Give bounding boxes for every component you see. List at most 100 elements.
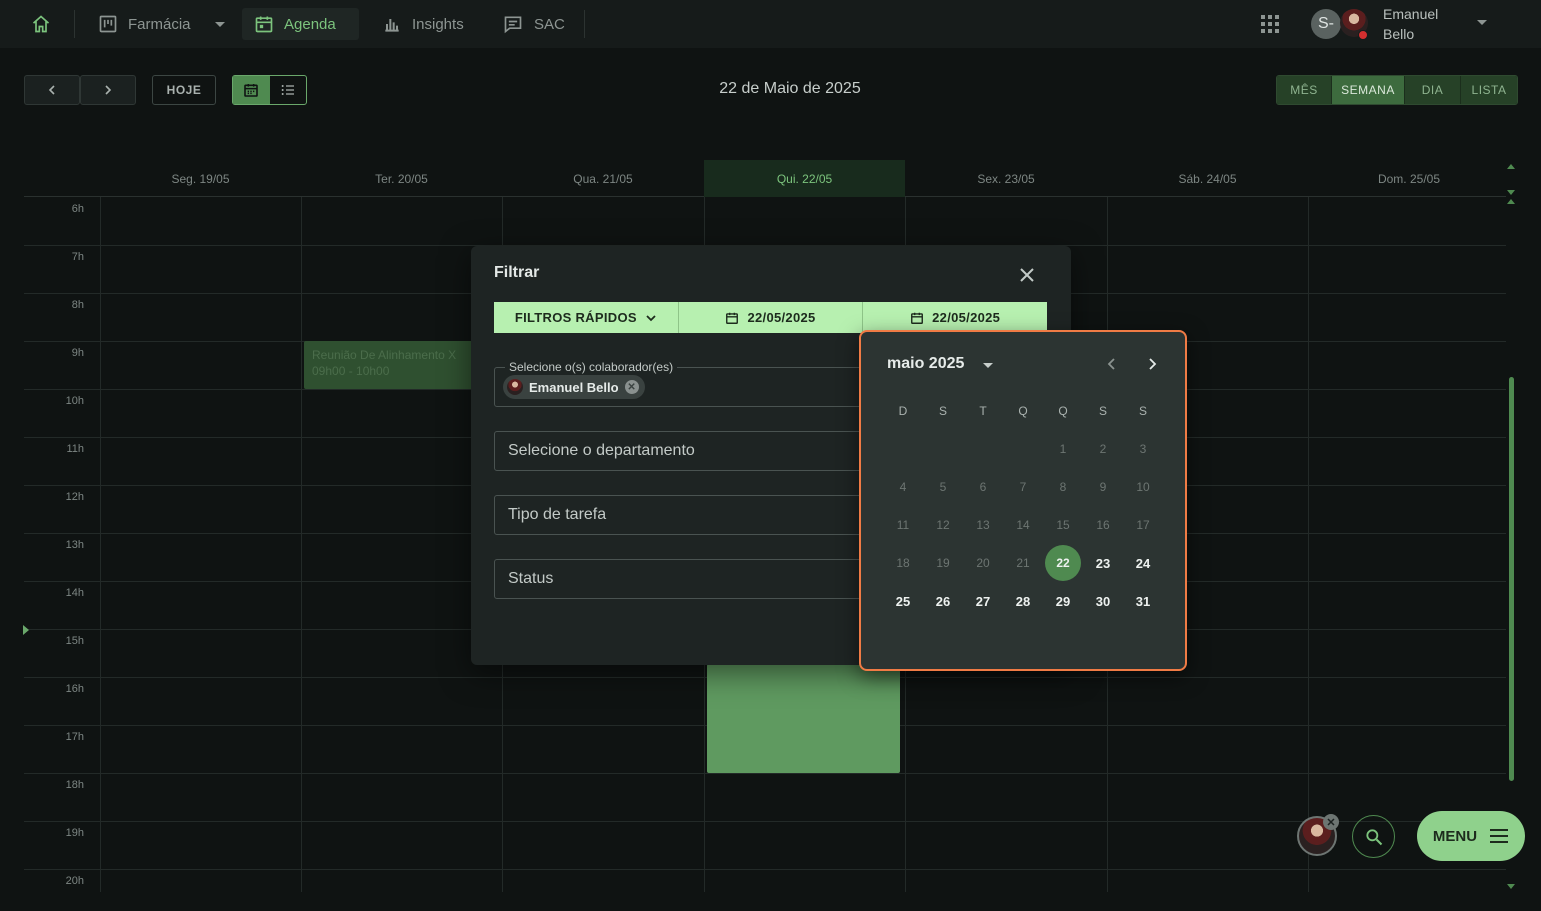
- picker-empty-cell: [883, 430, 923, 468]
- hour-label: 6h: [71, 203, 84, 215]
- picker-day: 20: [976, 556, 990, 570]
- quick-filters-button[interactable]: FILTROS RÁPIDOS: [494, 302, 679, 333]
- user-name[interactable]: Emanuel Bello: [1383, 4, 1463, 44]
- user-last-name: Bello: [1383, 26, 1415, 42]
- caret-down-icon[interactable]: [983, 363, 993, 368]
- status-select[interactable]: Status: [494, 559, 884, 599]
- mode-month-button[interactable]: MÊS: [1277, 76, 1332, 104]
- hour-label: 16h: [65, 683, 84, 695]
- picker-day[interactable]: 26: [923, 582, 963, 620]
- picker-month-label[interactable]: maio 2025: [887, 355, 964, 373]
- next-week-button[interactable]: [80, 75, 136, 105]
- day-header[interactable]: Qua. 21/05: [502, 160, 704, 197]
- picker-day[interactable]: 31: [1123, 582, 1163, 620]
- calendar-event[interactable]: Reunião De Alinhamento X 09h00 - 10h00: [304, 341, 474, 389]
- picker-day[interactable]: 28: [1003, 582, 1043, 620]
- chevron-right-icon[interactable]: [1143, 355, 1161, 373]
- picker-day[interactable]: 24: [1123, 544, 1163, 582]
- nav-divider: [584, 10, 585, 38]
- picker-day[interactable]: 30: [1083, 582, 1123, 620]
- day-header[interactable]: Sáb. 24/05: [1107, 160, 1308, 197]
- today-button[interactable]: HOJE: [152, 75, 216, 105]
- calendar-icon: [726, 312, 739, 324]
- close-icon[interactable]: [1016, 264, 1038, 286]
- mode-week-button[interactable]: SEMANA: [1332, 76, 1405, 104]
- column-divider: [100, 197, 101, 892]
- nav-insights[interactable]: Insights: [370, 8, 476, 40]
- picker-day: 4: [899, 480, 907, 494]
- hour-label: 9h: [71, 347, 84, 359]
- nav-agenda[interactable]: Agenda: [242, 8, 359, 40]
- hour-line: [24, 821, 1506, 822]
- collaborators-select[interactable]: Selecione o(s) colaborador(es) Emanuel B…: [494, 360, 884, 407]
- nav-farmacia[interactable]: Farmácia: [86, 8, 237, 40]
- quick-filters-label: FILTROS RÁPIDOS: [514, 310, 637, 325]
- close-icon[interactable]: ✕: [1323, 814, 1339, 830]
- chip-remove-icon[interactable]: ✕: [624, 380, 639, 394]
- menu-button[interactable]: MENU: [1417, 811, 1525, 861]
- hour-label: 10h: [65, 395, 84, 407]
- picker-day-label: 22: [1045, 545, 1081, 581]
- user-initial-avatar[interactable]: S-: [1311, 9, 1341, 39]
- nav-sac[interactable]: SAC: [490, 8, 577, 40]
- day-header[interactable]: Ter. 20/05: [301, 160, 502, 197]
- day-header[interactable]: Seg. 19/05: [100, 160, 301, 197]
- nav-agenda-label: Agenda: [284, 15, 336, 33]
- task-type-label: Tipo de tarefa: [508, 506, 607, 523]
- hour-label: 12h: [65, 491, 84, 503]
- hour-label: 7h: [71, 251, 84, 263]
- chevron-down-icon[interactable]: [1477, 20, 1487, 25]
- filter-bar: FILTROS RÁPIDOS 22/05/2025 22/05/2025: [494, 302, 1048, 333]
- picker-day[interactable]: 23: [1083, 544, 1123, 582]
- column-divider: [301, 197, 302, 892]
- weekday-label: Q: [1058, 404, 1068, 418]
- picker-day[interactable]: 25: [883, 582, 923, 620]
- picker-empty-cell: [923, 430, 963, 468]
- menu-label: MENU: [1432, 827, 1478, 845]
- collaborators-legend: Selecione o(s) colaborador(es): [505, 360, 678, 374]
- scroll-down-arrow[interactable]: [1507, 190, 1515, 195]
- calendar-header: Seg. 19/05 Ter. 20/05 Qua. 21/05 Qui. 22…: [24, 160, 1506, 197]
- nav-sac-label: SAC: [534, 15, 565, 33]
- end-date-button[interactable]: 22/05/2025: [863, 302, 1048, 333]
- picker-day[interactable]: 29: [1043, 582, 1083, 620]
- picker-week-row: 18 19 20 21 22 23 24: [883, 544, 1163, 582]
- picker-day[interactable]: 27: [963, 582, 1003, 620]
- collaborator-chip[interactable]: Emanuel Bello ✕: [503, 375, 645, 399]
- scroll-up-arrow[interactable]: [1507, 199, 1515, 204]
- calendar-view-button[interactable]: [233, 76, 270, 104]
- mode-day-button[interactable]: DIA: [1405, 76, 1461, 104]
- day-header-today[interactable]: Qui. 22/05: [704, 160, 905, 197]
- start-date-button[interactable]: 22/05/2025: [678, 302, 864, 333]
- hour-label: 14h: [65, 587, 84, 599]
- list-view-button[interactable]: [270, 76, 307, 104]
- day-header[interactable]: Sex. 23/05: [905, 160, 1107, 197]
- bar-chart-icon: [385, 19, 399, 32]
- event-time: 09h00 - 10h00: [312, 364, 390, 378]
- scroll-down-arrow[interactable]: [1507, 884, 1515, 889]
- day-header[interactable]: Dom. 25/05: [1308, 160, 1506, 197]
- chevron-down-icon[interactable]: [214, 21, 225, 27]
- prev-week-button[interactable]: [24, 75, 80, 105]
- search-button[interactable]: [1352, 815, 1395, 858]
- picker-week-row: 4 5 6 7 8 9 10: [883, 468, 1163, 506]
- top-navbar: Farmácia Agenda Insights SAC S- Emanuel …: [0, 0, 1541, 48]
- chevron-left-icon[interactable]: [1103, 355, 1121, 373]
- picker-day: 12: [936, 518, 950, 532]
- picker-day-selected[interactable]: 22: [1043, 544, 1083, 582]
- hour-label: 8h: [71, 299, 84, 311]
- picker-day: 11: [896, 518, 910, 532]
- scroll-up-arrow[interactable]: [1507, 164, 1515, 169]
- scrollbar-thumb[interactable]: [1509, 377, 1514, 781]
- weekday-label: S: [1138, 404, 1147, 418]
- picker-day: 8: [1059, 480, 1067, 494]
- department-select[interactable]: Selecione o departamento: [494, 431, 884, 471]
- task-type-select[interactable]: Tipo de tarefa: [494, 495, 884, 535]
- department-label: Selecione o departamento: [508, 442, 695, 459]
- home-icon[interactable]: [28, 12, 54, 36]
- picker-week-row: 1 2 3: [883, 430, 1163, 468]
- apps-grid-icon[interactable]: [1261, 15, 1279, 33]
- hour-label: 18h: [65, 779, 84, 791]
- calendar-event-block[interactable]: [707, 664, 900, 773]
- mode-list-button[interactable]: LISTA: [1461, 76, 1517, 104]
